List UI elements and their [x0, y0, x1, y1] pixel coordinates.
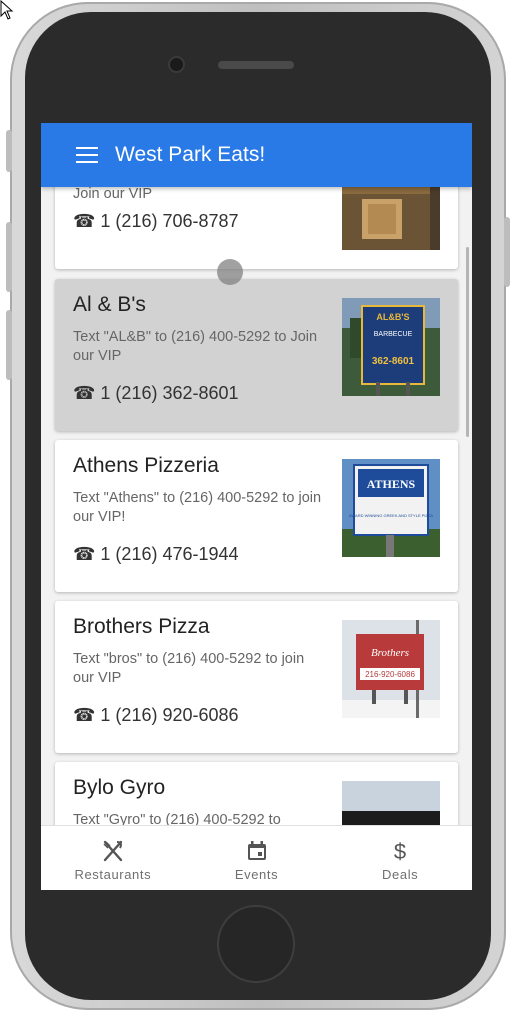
scrollbar[interactable] — [466, 247, 469, 437]
bottom-navigation: Restaurants Events $ Deals — [41, 825, 472, 890]
power-button — [504, 217, 510, 287]
restaurant-name: Bylo Gyro — [73, 776, 166, 799]
thumb-sign-text: AL&B'S — [376, 312, 409, 322]
nav-label: Restaurants — [74, 867, 152, 882]
nav-restaurants[interactable]: Restaurants — [41, 826, 185, 890]
thumb-sign-text: 216-920-6086 — [365, 670, 415, 679]
restaurant-phone: ☎ 1 (216) 476-1944 — [73, 544, 239, 564]
restaurant-card[interactable]: Al & B's Text "AL&B" to (216) 400-5292 t… — [55, 279, 458, 431]
thumb-sign-text: 362-8601 — [372, 356, 415, 367]
front-camera — [170, 58, 183, 71]
restaurant-list[interactable]: Join our VIP ☎ 1 (216) 706-8787 Al & B's… — [41, 187, 472, 825]
restaurant-thumbnail: ATHENS AWARD WINNING GREEK AND STYLE PIZ… — [342, 459, 440, 557]
restaurant-phone: ☎ 1 (216) 706-8787 — [73, 211, 239, 231]
nav-label: Deals — [382, 867, 419, 882]
restaurant-description: Text "AL&B" to (216) 400-5292 to Join ou… — [73, 329, 318, 364]
restaurant-name: Brothers Pizza — [73, 615, 210, 638]
mouse-cursor-icon — [0, 0, 14, 20]
restaurant-description: Text "Athens" to (216) 400-5292 to join … — [73, 490, 322, 525]
volume-up-button — [6, 222, 12, 292]
calendar-icon — [247, 841, 266, 860]
home-button — [217, 905, 295, 983]
touch-indicator — [217, 259, 243, 285]
nav-deals[interactable]: $ Deals — [328, 826, 472, 890]
thumb-sign-text: BARBECUE — [374, 331, 413, 338]
thumb-sign-text: ATHENS — [367, 477, 416, 491]
restaurant-card[interactable]: Athens Pizzeria Text "Athens" to (216) 4… — [55, 440, 458, 592]
app-screen: West Park Eats! Join our VIP ☎ 1 (216) 7… — [41, 123, 472, 890]
restaurant-phone: ☎ 1 (216) 920-6086 — [73, 705, 239, 725]
restaurant-card[interactable]: Join our VIP ☎ 1 (216) 706-8787 — [55, 187, 458, 269]
restaurant-description: Text "Gyro" to (216) 400-5292 to — [73, 812, 281, 825]
volume-down-button — [6, 310, 12, 380]
thumb-sign-text: Brothers — [371, 647, 409, 659]
restaurant-name: Athens Pizzeria — [73, 454, 219, 477]
restaurant-thumbnail — [342, 781, 440, 825]
mute-switch — [6, 130, 12, 172]
restaurant-card[interactable]: Bylo Gyro Text "Gyro" to (216) 400-5292 … — [55, 762, 458, 825]
svg-text:$: $ — [394, 839, 406, 863]
app-bar: West Park Eats! — [41, 123, 472, 187]
nav-label: Events — [234, 867, 279, 882]
restaurant-thumbnail — [342, 187, 440, 250]
restaurant-name: Al & B's — [73, 293, 146, 316]
earpiece-speaker — [218, 61, 294, 69]
app-title: West Park Eats! — [115, 143, 266, 166]
dollar-icon: $ — [394, 839, 406, 863]
fork-knife-icon — [103, 840, 123, 862]
nav-events[interactable]: Events — [185, 826, 329, 890]
restaurant-thumbnail: Brothers 216-920-6086 — [342, 620, 440, 718]
restaurant-card[interactable]: Brothers Pizza Text "bros" to (216) 400-… — [55, 601, 458, 753]
restaurant-description: Join our VIP — [73, 187, 152, 202]
thumb-sign-text: AWARD WINNING GREEK AND STYLE PIZZA — [349, 513, 433, 518]
restaurant-phone: ☎ 1 (216) 362-8601 — [73, 383, 239, 403]
restaurant-description: Text "bros" to (216) 400-5292 to join ou… — [73, 651, 305, 686]
hamburger-menu-icon[interactable] — [76, 147, 98, 163]
restaurant-thumbnail: AL&B'S BARBECUE 362-8601 — [342, 298, 440, 396]
